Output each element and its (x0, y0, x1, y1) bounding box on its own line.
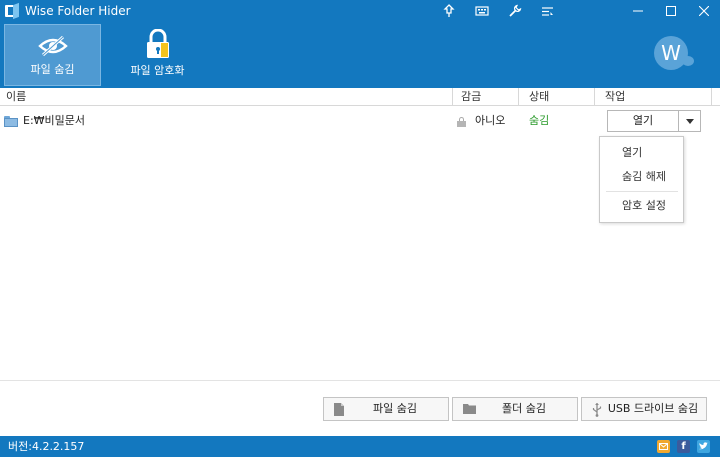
wrench-icon[interactable] (498, 0, 531, 22)
menu-list-icon[interactable] (531, 0, 564, 22)
hidden-eye-icon (37, 35, 68, 60)
action-dropdown-menu: 열기 숨김 해제 암호 설정 (599, 136, 684, 223)
table-header: 이름 감금 상태 작업 (0, 88, 720, 106)
facebook-icon[interactable]: f (677, 440, 690, 453)
window-title: Wise Folder Hider (25, 4, 131, 18)
button-label: 폴더 숨김 (502, 402, 546, 415)
tool-label: 파일 숨김 (30, 63, 75, 76)
tool-label: 파일 암호화 (130, 64, 185, 77)
row-locked: 아니오 (475, 114, 506, 127)
tool-encrypt-files[interactable]: 파일 암호화 (110, 24, 205, 86)
hide-folder-button[interactable]: 폴더 숨김 (452, 397, 578, 421)
row-path: E:₩비밀문서 (23, 114, 86, 127)
main-toolbar: 파일 숨김 파일 암호화 W (0, 22, 720, 88)
menu-separator (606, 191, 678, 192)
menu-item-unhide[interactable]: 숨김 해제 (600, 166, 683, 188)
lock-icon (144, 28, 172, 62)
pin-icon[interactable] (432, 0, 465, 22)
column-status[interactable]: 상태 (519, 88, 595, 106)
column-locked[interactable]: 감금 (453, 88, 519, 106)
hide-file-button[interactable]: 파일 숨김 (323, 397, 449, 421)
close-button[interactable] (687, 0, 720, 22)
chevron-down-icon (685, 118, 694, 124)
open-button[interactable]: 열기 (608, 111, 678, 131)
bottom-divider (0, 380, 720, 381)
tool-hide-files[interactable]: 파일 숨김 (4, 24, 101, 86)
menu-item-set-password[interactable]: 암호 설정 (600, 195, 683, 217)
version-label: 버전:4.2.2.157 (8, 440, 85, 453)
minimize-button[interactable] (621, 0, 654, 22)
title-bar: Wise Folder Hider (0, 0, 720, 22)
account-avatar[interactable]: W (654, 36, 694, 70)
status-bar: 버전:4.2.2.157 f (0, 436, 720, 457)
dropdown-toggle[interactable] (678, 111, 700, 131)
app-logo-icon (5, 2, 19, 20)
avatar-letter: W (654, 36, 688, 70)
small-lock-icon (457, 117, 466, 127)
menu-item-open[interactable]: 열기 (600, 142, 683, 164)
twitter-icon[interactable] (697, 440, 710, 453)
button-label: USB 드라이브 숨김 (607, 402, 699, 415)
row-status: 숨김 (529, 114, 550, 127)
feedback-icon[interactable] (657, 440, 670, 453)
action-split-button: 열기 (607, 110, 701, 132)
maximize-button[interactable] (654, 0, 687, 22)
keyboard-icon[interactable] (465, 0, 498, 22)
button-label: 파일 숨김 (373, 402, 417, 415)
column-name[interactable]: 이름 (0, 88, 453, 106)
column-action[interactable]: 작업 (595, 88, 712, 106)
folder-icon (4, 116, 18, 127)
hide-usb-button[interactable]: USB 드라이브 숨김 (581, 397, 707, 421)
